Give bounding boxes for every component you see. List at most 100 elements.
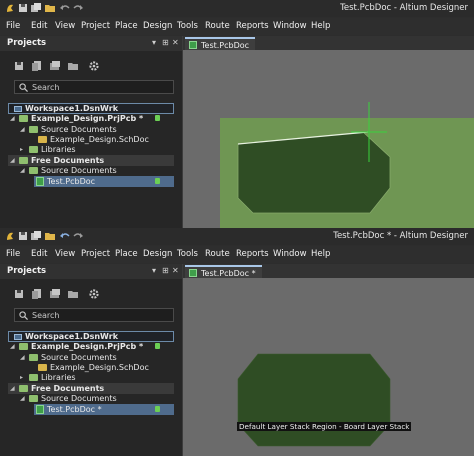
search-icon [19, 83, 28, 92]
close-icon[interactable]: ✕ [172, 38, 179, 47]
chevron-right-icon[interactable]: ▸ [20, 146, 23, 153]
chevron-down-icon[interactable]: ◢ [20, 354, 25, 361]
document-area: Test.PcbDoc * Default Layer Stack Region… [183, 264, 474, 456]
app-icon [7, 232, 13, 240]
menu-reports[interactable]: Reports [236, 249, 269, 259]
open-icon[interactable] [45, 3, 55, 13]
tree-label: Example_Design.PrjPcb * [31, 114, 144, 123]
menu-file[interactable]: File [6, 249, 20, 259]
menu-window[interactable]: Window [273, 21, 307, 31]
dropdown-icon[interactable]: ▾ [152, 266, 156, 275]
search-input[interactable]: Search [14, 308, 174, 322]
board-shape[interactable] [237, 353, 391, 447]
tree-label: Free Documents [31, 156, 105, 165]
chevron-down-icon[interactable]: ◢ [10, 385, 15, 392]
menu-file[interactable]: File [6, 21, 20, 31]
tab-strip: Test.PcbDoc [183, 36, 474, 50]
menu-bar: File Edit View Project Place Design Tool… [0, 246, 474, 263]
folder-stack-icon[interactable] [50, 289, 60, 299]
menu-help[interactable]: Help [311, 21, 330, 31]
document-icon[interactable] [32, 289, 42, 299]
save-all-icon[interactable] [31, 3, 41, 13]
menu-tools[interactable]: Tools [177, 249, 198, 259]
menu-edit[interactable]: Edit [31, 21, 47, 31]
pin-icon[interactable]: ⊞ [162, 38, 169, 47]
undo-icon[interactable] [60, 231, 70, 241]
menu-reports[interactable]: Reports [236, 21, 269, 31]
menu-design[interactable]: Design [143, 21, 172, 31]
folder-icon [29, 146, 38, 153]
app-icon [7, 4, 13, 12]
tree-label: Example_Design.SchDoc [50, 363, 149, 372]
folder-icon [29, 126, 38, 133]
projects-panel: Projects ▾ ⊞ ✕ Search Workspace1.DsnWrk … [0, 36, 183, 228]
menu-tools[interactable]: Tools [177, 21, 198, 31]
folder-icon[interactable] [68, 289, 78, 299]
menu-help[interactable]: Help [311, 249, 330, 259]
chevron-down-icon[interactable]: ◢ [10, 343, 15, 350]
chevron-down-icon[interactable]: ◢ [20, 126, 25, 133]
menu-design[interactable]: Design [143, 249, 172, 259]
board-outline-shape[interactable] [237, 131, 391, 214]
menu-route[interactable]: Route [205, 21, 230, 31]
redo-icon[interactable] [73, 231, 83, 241]
menu-window[interactable]: Window [273, 249, 307, 259]
menu-route[interactable]: Route [205, 249, 230, 259]
gear-icon[interactable] [89, 61, 99, 71]
window-before: Test.PcbDoc - Altium Designer File Edit … [0, 0, 474, 228]
folder-stack-icon[interactable] [50, 61, 60, 71]
tree-label: Libraries [41, 373, 76, 382]
tree-label: Source Documents [41, 353, 117, 362]
tab-test-pcbdoc[interactable]: Test.PcbDoc * [185, 265, 262, 278]
folder-icon[interactable] [68, 61, 78, 71]
folder-icon [19, 385, 28, 392]
save-icon[interactable] [18, 3, 28, 13]
gear-icon[interactable] [89, 289, 99, 299]
redo-icon[interactable] [73, 3, 83, 13]
panel-title: Projects [7, 266, 47, 276]
menu-project[interactable]: Project [81, 21, 110, 31]
menu-project[interactable]: Project [81, 249, 110, 259]
folder-icon [29, 167, 38, 174]
menu-view[interactable]: View [55, 21, 75, 31]
menu-bar: File Edit View Project Place Design Tool… [0, 18, 474, 35]
save-icon[interactable] [14, 61, 24, 71]
save-all-icon[interactable] [31, 231, 41, 241]
undo-icon[interactable] [60, 3, 70, 13]
close-icon[interactable]: ✕ [172, 266, 179, 275]
chevron-down-icon[interactable]: ◢ [10, 157, 15, 164]
menu-place[interactable]: Place [115, 21, 138, 31]
dropdown-icon[interactable]: ▾ [152, 38, 156, 47]
chevron-down-icon[interactable]: ◢ [20, 395, 25, 402]
document-icon[interactable] [32, 61, 42, 71]
tree-label: Source Documents [41, 394, 117, 403]
open-icon[interactable] [45, 231, 55, 241]
tab-label: Test.PcbDoc * [201, 269, 256, 278]
window-after: Test.PcbDoc * - Altium Designer File Edi… [0, 228, 474, 456]
search-icon [19, 311, 28, 320]
search-input[interactable]: Search [14, 80, 174, 94]
projects-panel: Projects ▾ ⊞ ✕ Search Workspace1.DsnWrk … [0, 264, 183, 456]
pcb-canvas[interactable] [183, 50, 474, 228]
project-icon [19, 115, 28, 122]
schematic-icon [38, 136, 47, 143]
tab-test-pcbdoc[interactable]: Test.PcbDoc [185, 37, 256, 50]
title-bar: Test.PcbDoc - Altium Designer [0, 0, 474, 17]
chevron-down-icon[interactable]: ◢ [10, 115, 15, 122]
save-icon[interactable] [14, 289, 24, 299]
menu-edit[interactable]: Edit [31, 249, 47, 259]
tab-strip: Test.PcbDoc * [183, 264, 474, 278]
tree-label: Test.PcbDoc * [47, 405, 102, 414]
menu-place[interactable]: Place [115, 249, 138, 259]
chevron-down-icon[interactable]: ◢ [20, 167, 25, 174]
workspace-icon [14, 334, 22, 340]
pcb-icon [189, 41, 197, 49]
folder-icon [29, 374, 38, 381]
pin-icon[interactable]: ⊞ [162, 266, 169, 275]
pcb-icon [36, 405, 44, 414]
title-bar: Test.PcbDoc * - Altium Designer [0, 228, 474, 245]
save-icon[interactable] [18, 231, 28, 241]
menu-view[interactable]: View [55, 249, 75, 259]
tree-label: Source Documents [41, 166, 117, 175]
chevron-right-icon[interactable]: ▸ [20, 374, 23, 381]
